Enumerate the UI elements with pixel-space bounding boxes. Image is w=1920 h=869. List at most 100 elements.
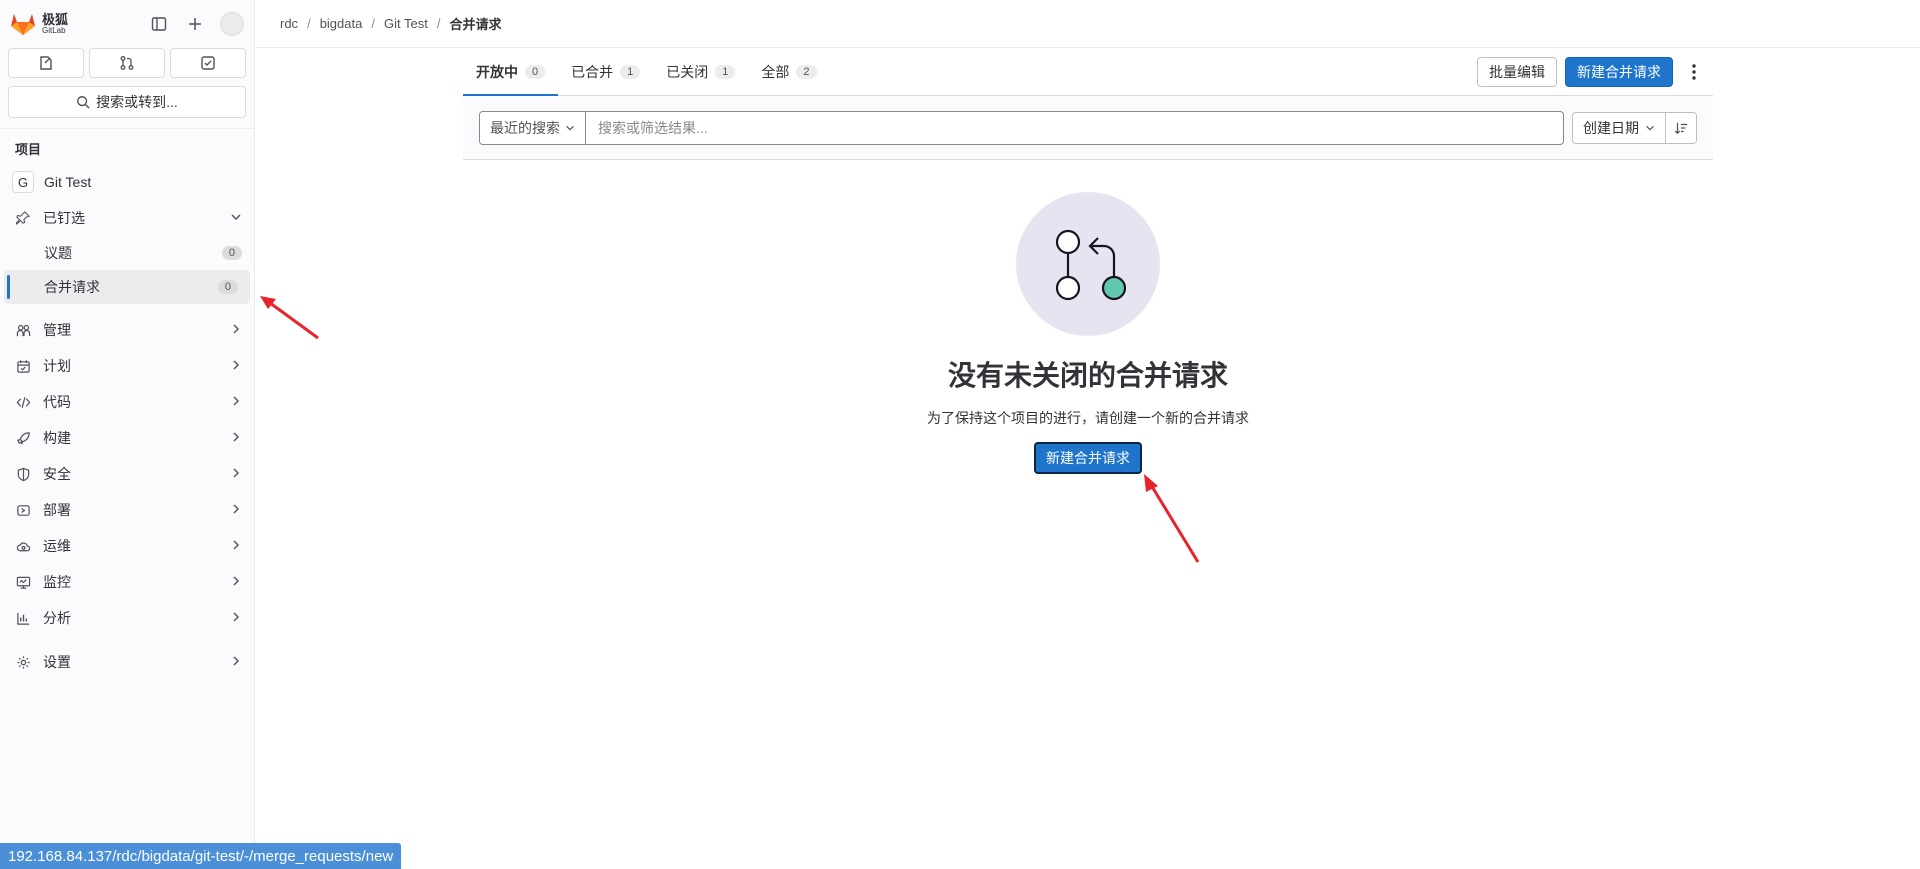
annotation-arrow-sidebar [260,296,319,340]
chevron-right-icon [230,654,242,670]
chevron-right-icon [230,358,242,374]
tab-merged[interactable]: 已合并 1 [558,48,653,95]
issues-count-button[interactable] [8,48,84,78]
status-bar-url: 192.168.84.137/rdc/bigdata/git-test/-/me… [0,843,402,869]
merge-request-icon [120,56,134,70]
sidebar-item-label: 议题 [44,245,72,261]
breadcrumb-separator: / [307,16,311,31]
tab-label: 开放中 [476,63,518,80]
chevron-right-icon [230,502,242,518]
sidebar-pinned-label: 已钉选 [43,210,85,226]
bulk-edit-button[interactable]: 批量编辑 [1477,56,1557,87]
code-icon [15,394,31,410]
chevron-right-icon [230,538,242,554]
shield-icon [15,466,31,482]
filter-bar: 最近的搜索 搜索或筛选结果... 创建日期 [463,96,1713,160]
sidebar-item-shield[interactable]: 安全 [0,456,254,492]
chevron-right-icon [230,430,242,446]
pin-icon [15,210,31,226]
sidebar-item-monitor[interactable]: 监控 [0,564,254,600]
sidebar-item-label: 合并请求 [44,279,100,295]
chevron-right-icon [230,394,242,410]
sidebar-item-issues[interactable]: 议题 0 [0,236,254,270]
chevron-down-icon [566,125,574,131]
sidebar-section-title: 项目 [15,142,42,157]
tab-label: 已关闭 [666,63,709,80]
sidebar-item-label: 安全 [43,466,71,482]
empty-state-new-merge-request-button[interactable]: 新建合并请求 [1034,442,1142,474]
search-icon [77,96,90,109]
tab-closed[interactable]: 已关闭 1 [653,48,748,95]
todos-count-button[interactable] [170,48,246,78]
sidebar-item-deploy[interactable]: 部署 [0,492,254,528]
breadcrumb-item-subgroup[interactable]: bigdata [320,16,363,31]
sidebar-item-label: 部署 [43,502,71,518]
sidebar-item-label: 管理 [43,322,71,338]
tab-open[interactable]: 开放中 0 [463,48,559,96]
merge-request-icon [1055,229,1127,301]
brand-sub: GitLab [42,26,66,35]
main-content: 开放中 0 已合并 1 已关闭 1 全部 2 批量编辑 新建合并请求 最近的搜索… [463,48,1713,474]
sidebar-item-label: 分析 [43,610,71,626]
sidebar-item-label: 监控 [43,574,71,590]
empty-state-description: 为了保持这个项目的进行，请创建一个新的合并请求 [927,410,1249,426]
sidebar-item-code[interactable]: 代码 [0,384,254,420]
new-merge-request-button[interactable]: 新建合并请求 [1565,56,1673,87]
user-counts [0,48,254,78]
chart-icon [15,610,31,626]
todo-icon [201,56,215,70]
chevron-down-icon [1646,125,1654,131]
sidebar-project-link[interactable]: G Git Test [0,164,254,200]
breadcrumb-item-group[interactable]: rdc [280,16,298,31]
sidebar-item-users[interactable]: 管理 [0,312,254,348]
more-actions-icon[interactable] [1681,57,1707,87]
monitor-icon [15,574,31,590]
search-input[interactable]: 搜索或筛选结果... [586,112,1563,144]
sidebar-item-label: 构建 [43,430,71,446]
recent-searches-label: 最近的搜索 [490,119,560,136]
user-avatar[interactable] [220,12,244,36]
sort-field-dropdown[interactable]: 创建日期 [1573,112,1666,143]
breadcrumb-separator: / [436,16,441,31]
tab-count: 1 [620,64,641,79]
tab-count: 0 [525,64,546,79]
tab-label: 全部 [761,63,790,80]
annotation-arrow-button [1144,474,1200,563]
app-window: 极狐 GitLab 搜索或转到... 项目 G Git Test 已钉选 议题 … [0,0,1920,869]
breadcrumb-separator: / [371,16,375,31]
brand-logo[interactable]: 极狐 GitLab [10,12,68,36]
sidebar-item-calendar[interactable]: 计划 [0,348,254,384]
rocket-icon [15,430,31,446]
create-new-icon[interactable] [184,13,206,35]
sidebar-pinned-toggle[interactable]: 已钉选 [0,200,254,236]
tab-count: 1 [715,64,736,79]
sidebar-item-count: 0 [221,246,242,260]
chevron-right-icon [230,466,242,482]
sidebar-item-merge-requests[interactable]: 合并请求 0 [4,270,250,304]
calendar-icon [15,358,31,374]
sidebar-header: 极狐 GitLab [0,0,254,48]
toggle-sidebar-icon[interactable] [148,13,170,35]
filtered-search: 最近的搜索 搜索或筛选结果... [479,110,1564,145]
tab-all[interactable]: 全部 2 [748,48,829,95]
users-icon [15,322,31,338]
sidebar-item-label: 计划 [43,358,71,374]
sidebar-item-chart[interactable]: 分析 [0,600,254,636]
cloud-icon [15,538,31,554]
breadcrumb-item-project[interactable]: Git Test [384,16,428,31]
sidebar-item-rocket[interactable]: 构建 [0,420,254,456]
deploy-icon [15,502,31,518]
sort-direction-icon[interactable] [1666,112,1696,143]
tab-count: 2 [796,64,817,79]
sidebar-search-button[interactable]: 搜索或转到... [8,86,246,118]
merge-requests-count-button[interactable] [89,48,165,78]
sidebar-item-settings[interactable]: 设置 [0,644,254,680]
sidebar-item-count: 0 [217,280,238,294]
gitlab-fox-icon [11,14,35,35]
merge-request-illustration [1016,192,1160,336]
sort-controls: 创建日期 [1572,111,1697,144]
sidebar-item-cloud[interactable]: 运维 [0,528,254,564]
recent-searches-dropdown[interactable]: 最近的搜索 [480,111,586,144]
breadcrumb-item-current[interactable]: 合并请求 [449,14,501,33]
chevron-right-icon [230,322,242,338]
